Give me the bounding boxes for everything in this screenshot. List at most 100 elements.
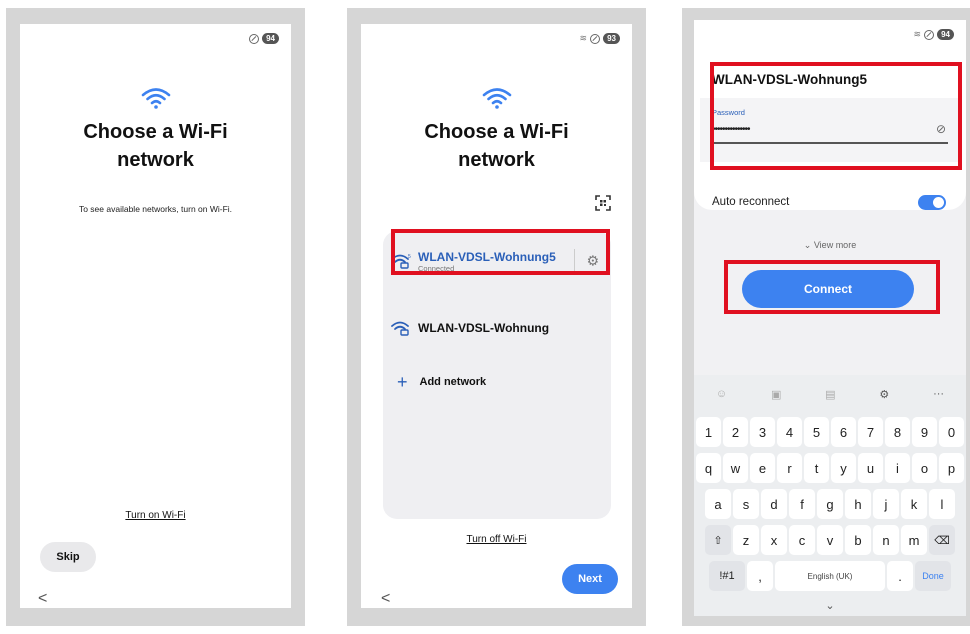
screen: ≋ 93 Choose a Wi-Fi network 5 WLAN-VDSL-… xyxy=(361,24,632,608)
key[interactable]: n xyxy=(873,525,899,555)
qr-scan-icon[interactable] xyxy=(594,194,612,212)
title-line-1: Choose a Wi-Fi xyxy=(83,121,228,143)
on-screen-keyboard: ☺ ▣ ▤ ⚙ ··· 1 2 3 4 5 6 7 8 9 0 q w e r … xyxy=(694,375,966,616)
zxcv-row: ⇧ z x c v b n m ⌫ xyxy=(696,525,964,555)
add-network-label: Add network xyxy=(419,376,487,388)
battery-level: 94 xyxy=(262,33,279,44)
title-line-1: Choose a Wi-Fi xyxy=(424,121,569,143)
key[interactable]: v xyxy=(817,525,843,555)
key[interactable]: 5 xyxy=(804,417,829,447)
comma-key[interactable]: , xyxy=(747,561,773,591)
key[interactable]: g xyxy=(817,489,843,519)
chevron-down-icon: ⌄ xyxy=(803,240,812,250)
add-network-button[interactable]: + Add network xyxy=(391,367,603,397)
status-bar: ≋ 94 xyxy=(914,29,954,40)
battery-level: 94 xyxy=(937,29,954,40)
bottom-row: !#1 , English (UK) . Done xyxy=(696,561,964,591)
network-item-wlan-vdsl-wohnung[interactable]: WLAN-VDSL-Wohnung xyxy=(391,313,603,343)
skip-button[interactable]: Skip xyxy=(40,542,96,572)
key[interactable]: p xyxy=(939,453,964,483)
wifi-lock-icon xyxy=(391,321,409,336)
key[interactable]: o xyxy=(912,453,937,483)
screen: ≋ 94 WLAN-VDSL-Wohnung5 Password •••••••… xyxy=(694,20,966,616)
more-options-icon[interactable]: ··· xyxy=(933,388,944,400)
do-not-disturb-icon xyxy=(249,33,260,44)
emoji-icon[interactable]: ☺ xyxy=(716,388,727,400)
key[interactable]: 3 xyxy=(750,417,775,447)
key[interactable]: h xyxy=(845,489,871,519)
next-button[interactable]: Next xyxy=(562,564,618,594)
turn-on-wifi-link[interactable]: Turn on Wi-Fi xyxy=(20,510,291,521)
hide-keyboard-chevron-icon[interactable]: ⌄ xyxy=(694,599,966,612)
status-bar: 94 xyxy=(249,33,279,44)
key[interactable]: r xyxy=(777,453,802,483)
page-title: Choose a Wi-Fi network xyxy=(20,118,291,174)
key[interactable]: 8 xyxy=(885,417,910,447)
wifi-status-icon: ≋ xyxy=(913,29,922,39)
key[interactable]: y xyxy=(831,453,856,483)
key[interactable]: t xyxy=(804,453,829,483)
shift-key-icon[interactable]: ⇧ xyxy=(705,525,731,555)
network-name: WLAN-VDSL-Wohnung xyxy=(418,321,550,335)
key[interactable]: f xyxy=(789,489,815,519)
keyboard-settings-gear-icon[interactable]: ⚙ xyxy=(879,388,889,401)
key[interactable]: a xyxy=(705,489,731,519)
turn-off-wifi-link[interactable]: Turn off Wi-Fi xyxy=(361,534,632,545)
key[interactable]: q xyxy=(696,453,721,483)
auto-reconnect-toggle[interactable] xyxy=(918,195,946,210)
key[interactable]: c xyxy=(789,525,815,555)
key[interactable]: s xyxy=(733,489,759,519)
key[interactable]: u xyxy=(858,453,883,483)
do-not-disturb-icon xyxy=(590,33,601,44)
symbols-key[interactable]: !#1 xyxy=(709,561,745,591)
key[interactable]: 1 xyxy=(696,417,721,447)
key[interactable]: x xyxy=(761,525,787,555)
key[interactable]: w xyxy=(723,453,748,483)
key[interactable]: e xyxy=(750,453,775,483)
battery-level: 93 xyxy=(603,33,620,44)
keyboard-toolbar: ☺ ▣ ▤ ⚙ ··· xyxy=(694,383,966,405)
key[interactable]: 6 xyxy=(831,417,856,447)
key[interactable]: b xyxy=(845,525,871,555)
key[interactable]: 4 xyxy=(777,417,802,447)
sticker-icon[interactable]: ▣ xyxy=(771,388,781,401)
space-key[interactable]: English (UK) xyxy=(775,561,885,591)
title-line-2: network xyxy=(117,149,194,171)
highlight-box xyxy=(710,62,962,170)
asdf-row: a s d f g h j k l xyxy=(696,489,964,519)
phone-screenshot-wifi-off: 94 Choose a Wi-Fi network To see availab… xyxy=(6,8,305,626)
done-key[interactable]: Done xyxy=(915,561,951,591)
key[interactable]: k xyxy=(901,489,927,519)
key[interactable]: d xyxy=(761,489,787,519)
highlight-box xyxy=(724,260,940,314)
do-not-disturb-icon xyxy=(924,29,935,40)
back-button[interactable]: < xyxy=(381,590,390,608)
number-row: 1 2 3 4 5 6 7 8 9 0 xyxy=(696,417,964,447)
phone-screenshot-password-entry: ≋ 94 WLAN-VDSL-Wohnung5 Password •••••••… xyxy=(682,8,970,626)
qwerty-row: q w e r t y u i o p xyxy=(696,453,964,483)
back-button[interactable]: < xyxy=(38,590,47,608)
key[interactable]: i xyxy=(885,453,910,483)
key[interactable]: 2 xyxy=(723,417,748,447)
period-key[interactable]: . xyxy=(887,561,913,591)
key[interactable]: 7 xyxy=(858,417,883,447)
key[interactable]: j xyxy=(873,489,899,519)
view-more-link[interactable]: ⌄ View more xyxy=(694,240,966,251)
wifi-icon xyxy=(141,88,170,109)
title-line-2: network xyxy=(458,149,535,171)
plus-icon: + xyxy=(397,371,408,392)
clipboard-icon[interactable]: ▤ xyxy=(825,388,835,401)
highlight-box xyxy=(391,229,610,275)
page-title: Choose a Wi-Fi network xyxy=(361,118,632,174)
key[interactable]: m xyxy=(901,525,927,555)
view-more-label: View more xyxy=(813,240,857,250)
status-bar: ≋ 93 xyxy=(580,33,620,44)
backspace-key-icon[interactable]: ⌫ xyxy=(929,525,955,555)
key[interactable]: l xyxy=(929,489,955,519)
key[interactable]: 9 xyxy=(912,417,937,447)
wifi-off-message: To see available networks, turn on Wi-Fi… xyxy=(78,204,233,214)
key[interactable]: z xyxy=(733,525,759,555)
key[interactable]: 0 xyxy=(939,417,964,447)
phone-screenshot-network-list: ≋ 93 Choose a Wi-Fi network 5 WLAN-VDSL-… xyxy=(347,8,646,626)
wifi-status-icon: ≋ xyxy=(579,33,588,43)
